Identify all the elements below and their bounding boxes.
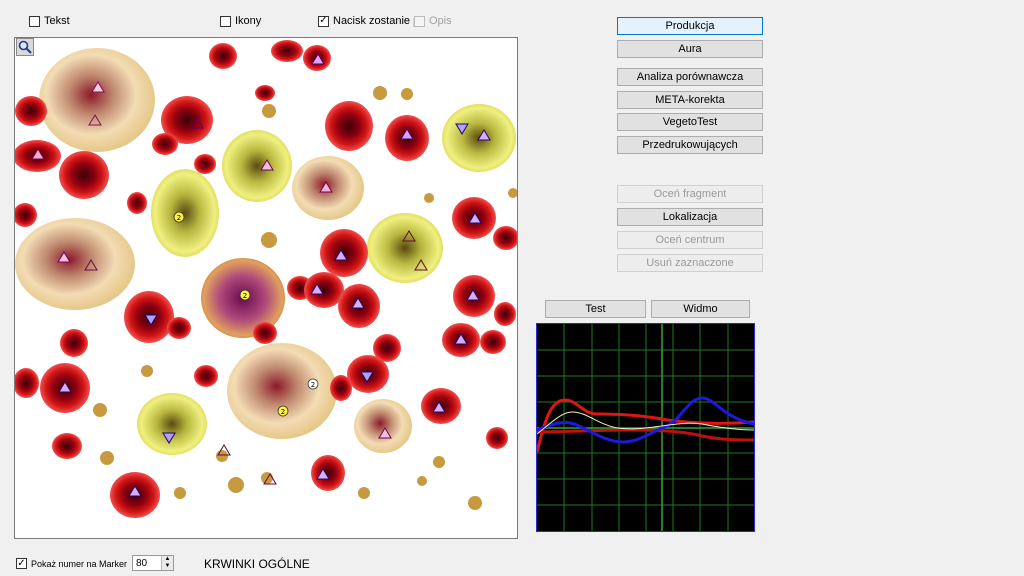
spectrum-curves (535, 324, 755, 531)
section-title: KRWINKI OGÓLNE (204, 557, 310, 571)
zoom-button[interactable] (16, 38, 34, 56)
comparative-analysis-button[interactable]: Analiza porównawcza (617, 68, 763, 86)
marker-size-value[interactable]: 80 (133, 558, 161, 569)
text-checkbox-box[interactable] (29, 15, 40, 27)
svg-text:2: 2 (281, 408, 285, 416)
pressure-checkbox-box[interactable]: ✓ (318, 15, 329, 27)
blood-cell-illustration: 2 2 2 2 (15, 40, 517, 518)
test-tab-button[interactable]: Test (545, 300, 646, 318)
aura-button[interactable]: Aura (617, 40, 763, 58)
vegetotest-button[interactable]: VegetoTest (617, 113, 763, 131)
blood-cell-image[interactable]: 2 2 2 2 (14, 37, 518, 539)
show-marker-number-label: Pokaż numer na Marker (31, 558, 128, 569)
description-checkbox-box (414, 15, 425, 27)
evaluate-fragment-button: Oceń fragment (617, 185, 763, 203)
svg-text:2: 2 (177, 214, 181, 222)
pressure-checkbox-label: Nacisk zostanie p (333, 15, 420, 27)
marker-size-spinbox[interactable]: 80 ▲ ▼ (132, 555, 174, 571)
localization-button[interactable]: Lokalizacja (617, 208, 763, 226)
text-checkbox[interactable]: Tekst (29, 15, 70, 27)
przedrukowujacych-button[interactable]: Przedrukowujących (617, 136, 763, 154)
meta-correction-button[interactable]: META-korekta (617, 91, 763, 109)
spin-down-icon[interactable]: ▼ (162, 563, 173, 570)
delete-selected-button: Usuń zaznaczone (617, 254, 763, 272)
spectrum-graph (535, 323, 755, 532)
icons-checkbox-box[interactable] (220, 15, 231, 27)
show-marker-number-box[interactable]: ✓ (16, 558, 27, 569)
evaluate-center-button: Oceń centrum (617, 231, 763, 249)
svg-text:2: 2 (311, 381, 315, 389)
svg-text:2: 2 (243, 292, 247, 300)
icons-checkbox[interactable]: Ikony (220, 15, 261, 27)
show-marker-number-checkbox[interactable]: ✓ Pokaż numer na Marker (16, 558, 127, 569)
produkcja-button[interactable]: Produkcja (617, 17, 763, 35)
widmo-tab-button[interactable]: Widmo (651, 300, 750, 318)
pressure-checkbox[interactable]: ✓ Nacisk zostanie p (318, 15, 419, 27)
magnifier-icon (18, 40, 32, 54)
description-checkbox: Opis (414, 15, 452, 27)
icons-checkbox-label: Ikony (235, 15, 262, 27)
spin-up-icon[interactable]: ▲ (162, 556, 173, 563)
text-checkbox-label: Tekst (44, 15, 70, 27)
description-checkbox-label: Opis (429, 15, 452, 27)
